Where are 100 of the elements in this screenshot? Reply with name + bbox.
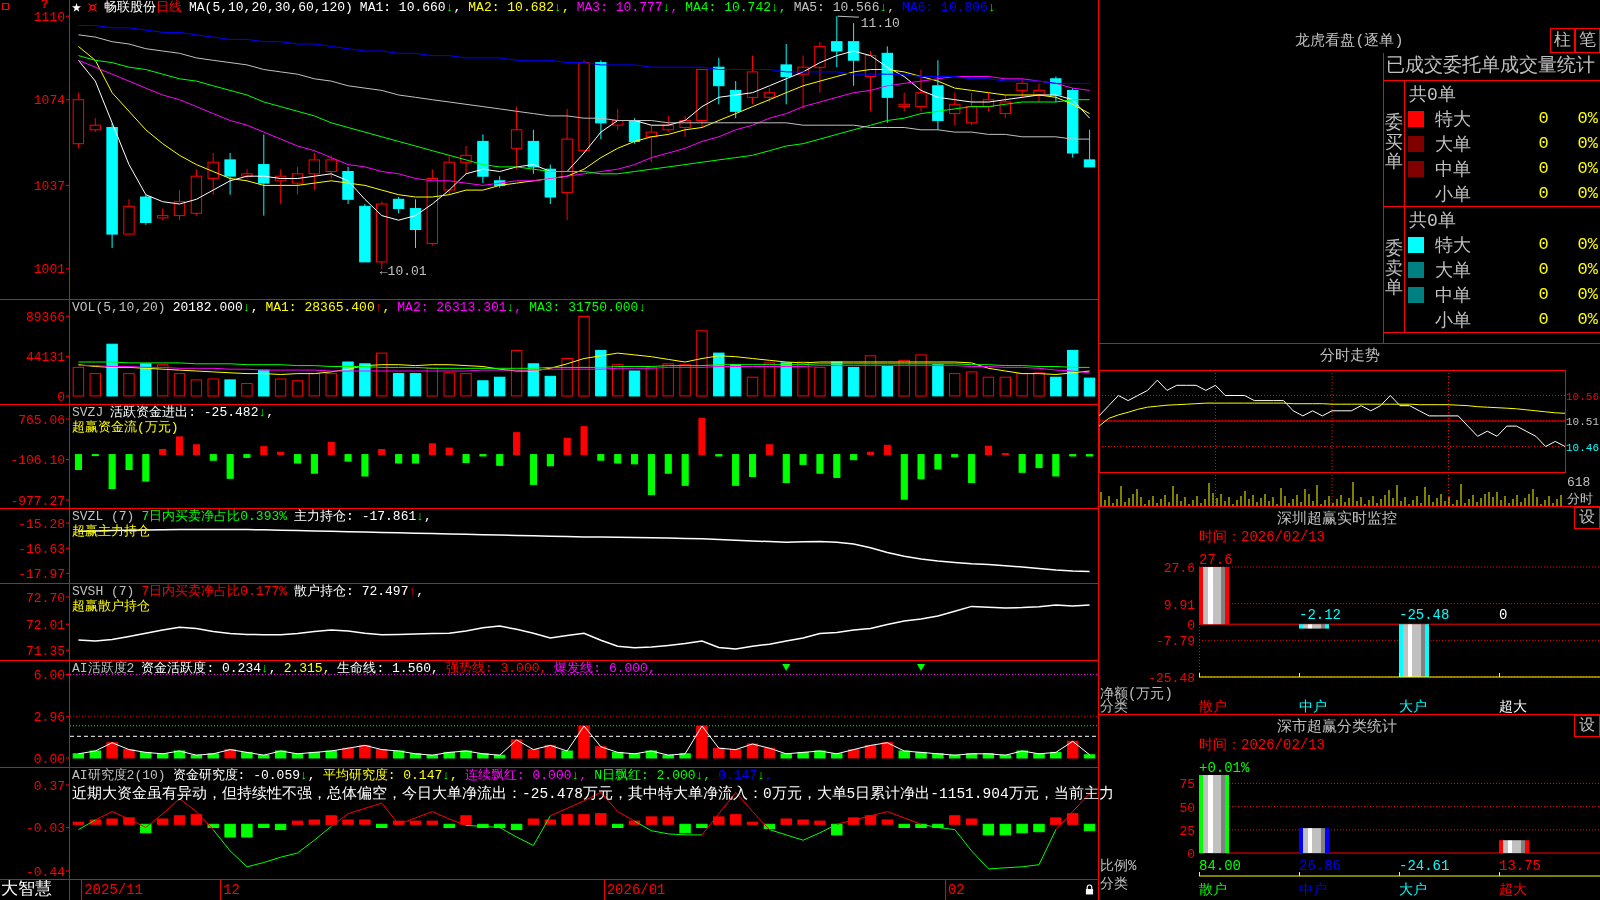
research-bar [207,823,219,828]
activity-bar [645,750,658,759]
research-bar [123,817,135,825]
activity-bar [999,754,1011,759]
view-toggle-button[interactable]: 柱 [1550,28,1575,53]
candlestick [291,166,304,196]
separator-text: , [887,0,896,15]
volume-bar [763,362,776,397]
volume-bar [729,364,742,397]
section-title: 深圳超赢实时监控 [1276,509,1397,528]
money-flow-bar [563,437,571,456]
trend-arrow: ↓ [416,509,425,524]
money-flow-bar [546,454,554,467]
trend-arrow: ↓ [258,405,267,420]
money-flow-bar [799,454,807,465]
indicator-value: MA3: 31750.000 [529,300,639,315]
table-title: 已成交委托单成交量统计 [1386,55,1595,77]
volume-bar [89,373,101,397]
indicator-value: SVZL (7) [72,509,135,524]
axis-label: -0.44 [26,864,65,879]
candlestick [274,168,287,205]
volume-bar [797,361,809,397]
separator-text: , [424,509,432,524]
axis-label: 50 [1179,800,1195,816]
research-bar [527,818,540,825]
volume-bar [477,380,489,397]
research-bar [814,820,826,825]
volume-bar [1067,349,1079,397]
separator-text: , [266,405,275,420]
axis-label: 765.06 [18,412,65,428]
date-label: 2026/01 [603,880,666,900]
volume-bar [274,378,287,397]
axis-title: 分时 [1567,492,1593,506]
money-flow-bar [192,444,200,456]
category-label: 散户 [1199,699,1227,714]
axis-label: 75 [1179,777,1195,793]
category-bar [1199,567,1229,625]
activity-bar [713,747,725,759]
candlestick [999,94,1011,119]
money-flow-bar [176,436,184,456]
order-share: 0% [1577,184,1598,203]
activity-bar [426,754,438,759]
research-bar [1083,823,1096,832]
settings-button[interactable]: 设 [1574,507,1600,529]
research-bar [494,823,506,828]
volume-bar [106,343,118,397]
volume-bar [915,354,927,397]
research-bar [881,819,893,825]
category-bar [1299,828,1329,853]
money-flow-bar [226,454,234,479]
candlestick [746,55,759,105]
activity-bar [780,753,792,759]
axis-label: 6.00 [33,668,65,683]
candlestick [1016,78,1028,98]
volume-bar [123,373,135,397]
help-mark[interactable]: ? [41,0,49,11]
research-bar [1033,823,1045,833]
volume-bar [325,373,337,397]
money-flow-bar [125,454,133,470]
order-share: 0% [1577,310,1598,329]
activity-bar [881,742,893,759]
view-toggle-button[interactable]: 笔 [1575,28,1600,53]
volume-bar [612,364,624,397]
candlestick [140,194,152,226]
research-bar [72,821,85,825]
activity-bar [157,753,169,759]
money-flow-bar [580,426,588,456]
volume-bar [494,376,506,397]
stock-name: 畅联股份 [104,0,156,15]
indicator-title: 超赢资金流(万元) [72,420,179,435]
value-label: -2.12 [1299,607,1341,624]
candlestick [679,115,691,138]
candlestick [898,92,910,112]
category-label: 中户 [1299,699,1327,714]
trend-arrow: ↓ [571,768,580,783]
money-flow-bar [732,454,740,486]
indicator-value: MA4: 10.742 [685,0,771,15]
indicator-value: AI研究度2(10) [72,768,166,783]
separator-text: , [561,0,570,15]
section-title: 深市超赢分类统计 [1276,717,1397,736]
trend-arrow: ↑ [408,584,417,599]
research-bar [274,823,287,831]
money-flow-bar [277,451,285,455]
order-total: 共0单 [1409,83,1456,106]
money-flow-bar [378,449,386,456]
money-flow-bar [867,451,875,455]
volume-bar [157,364,169,397]
candlestick [1033,82,1045,103]
candlestick [409,198,422,249]
money-flow-bar [1052,454,1060,477]
candlestick [173,189,186,221]
candlestick [797,55,809,110]
candlestick [443,154,455,196]
settings-button[interactable]: 设 [1574,715,1600,737]
volume-bar [190,379,203,397]
candlestick [224,152,236,196]
axis-label: -106.10 [10,453,65,468]
indicator-value: 爆发线: 6.000, [554,661,656,676]
candlestick [207,152,219,196]
activity-bar [342,747,354,759]
